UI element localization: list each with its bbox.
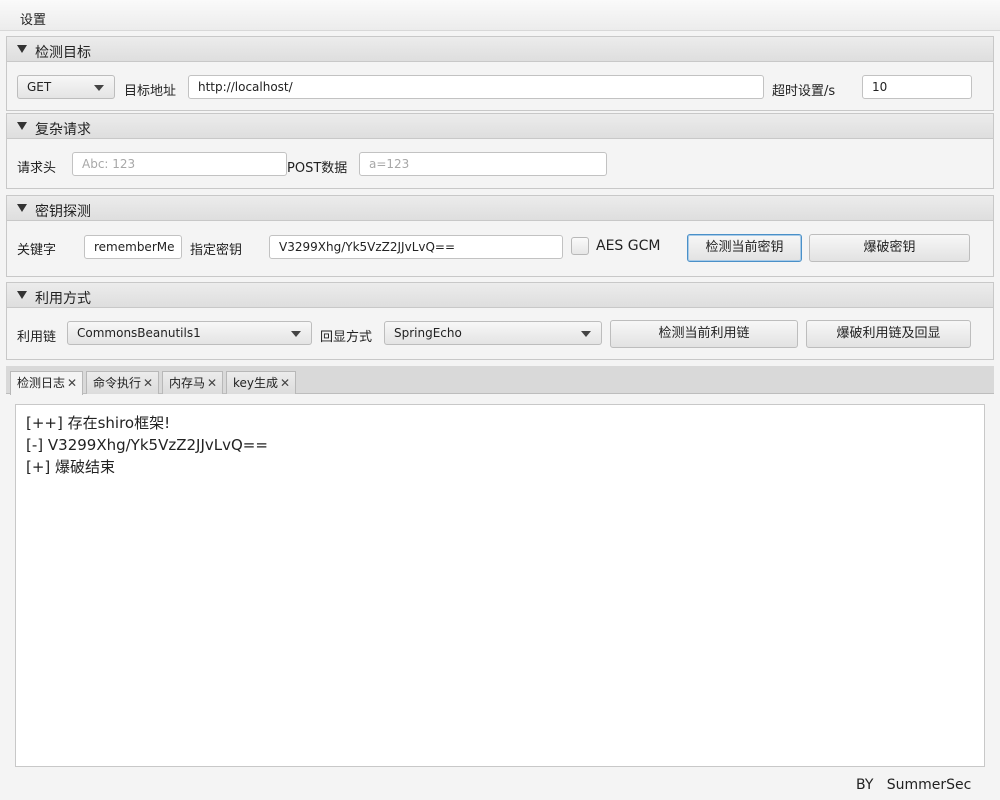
expand-arrow-icon bbox=[17, 291, 27, 299]
tab-command-exec[interactable]: 命令执行 ✕ bbox=[86, 371, 159, 394]
key-panel-header[interactable]: 密钥探测 bbox=[6, 195, 994, 221]
url-label: 目标地址 bbox=[124, 84, 177, 99]
post-label: POST数据 bbox=[287, 161, 348, 176]
echo-label: 回显方式 bbox=[320, 330, 373, 345]
chevron-down-icon bbox=[291, 331, 301, 337]
chain-label: 利用链 bbox=[17, 330, 57, 345]
target-panel-title: 检测目标 bbox=[35, 45, 91, 61]
tab-label: key生成 bbox=[233, 376, 279, 390]
expand-arrow-icon bbox=[17, 45, 27, 53]
method-select[interactable]: GET bbox=[17, 75, 115, 99]
tab-memshell[interactable]: 内存马 ✕ bbox=[162, 371, 223, 394]
close-icon[interactable]: ✕ bbox=[207, 372, 217, 394]
echo-select[interactable]: SpringEcho bbox=[384, 321, 602, 345]
key-label: 指定密钥 bbox=[190, 243, 243, 258]
echo-select-value: SpringEcho bbox=[394, 326, 462, 340]
timeout-input[interactable]: 10 bbox=[862, 75, 972, 99]
close-icon[interactable]: ✕ bbox=[280, 372, 290, 394]
close-icon[interactable]: ✕ bbox=[143, 372, 153, 394]
author-footer: BY SummerSec bbox=[856, 777, 972, 793]
check-key-button[interactable]: 检测当前密钥 bbox=[687, 234, 802, 262]
tab-label: 命令执行 bbox=[93, 376, 142, 390]
menu-bar: 设置 bbox=[0, 0, 1000, 31]
check-chain-button[interactable]: 检测当前利用链 bbox=[610, 320, 798, 348]
tab-label: 检测日志 bbox=[17, 376, 66, 390]
header-input[interactable]: Abc: 123 bbox=[72, 152, 287, 176]
method-select-value: GET bbox=[27, 80, 52, 94]
url-input[interactable]: http://localhost/ bbox=[188, 75, 764, 99]
chain-select-value: CommonsBeanutils1 bbox=[77, 326, 201, 340]
keyword-input[interactable]: rememberMe bbox=[84, 235, 182, 259]
key-panel-title: 密钥探测 bbox=[35, 204, 91, 220]
keyword-label: 关键字 bbox=[17, 243, 57, 258]
chain-select[interactable]: CommonsBeanutils1 bbox=[67, 321, 312, 345]
brute-chain-button[interactable]: 爆破利用链及回显 bbox=[806, 320, 971, 348]
tab-label: 内存马 bbox=[169, 376, 206, 390]
key-input[interactable]: V3299Xhg/Yk5VzZ2JJvLvQ== bbox=[269, 235, 563, 259]
chevron-down-icon bbox=[581, 331, 591, 337]
complex-panel-title: 复杂请求 bbox=[35, 122, 91, 138]
exploit-panel-title: 利用方式 bbox=[35, 291, 91, 307]
log-line: [++] 存在shiro框架! bbox=[26, 414, 171, 432]
menu-settings[interactable]: 设置 bbox=[20, 9, 46, 28]
aes-gcm-label: AES GCM bbox=[596, 238, 661, 254]
exploit-panel-header[interactable]: 利用方式 bbox=[6, 282, 994, 308]
complex-panel-header[interactable]: 复杂请求 bbox=[6, 113, 994, 139]
log-textarea[interactable]: [++] 存在shiro框架! [-] V3299Xhg/Yk5VzZ2JJvL… bbox=[15, 404, 985, 767]
tab-key-gen[interactable]: key生成 ✕ bbox=[226, 371, 296, 394]
expand-arrow-icon bbox=[17, 204, 27, 212]
close-icon[interactable]: ✕ bbox=[67, 372, 77, 394]
header-label: 请求头 bbox=[17, 161, 57, 176]
log-line: [+] 爆破结束 bbox=[26, 458, 116, 476]
target-panel-header[interactable]: 检测目标 bbox=[6, 36, 994, 62]
chevron-down-icon bbox=[94, 85, 104, 91]
brute-key-button[interactable]: 爆破密钥 bbox=[809, 234, 970, 262]
expand-arrow-icon bbox=[17, 122, 27, 130]
aes-gcm-checkbox[interactable] bbox=[571, 237, 589, 255]
post-data-input[interactable]: a=123 bbox=[359, 152, 607, 176]
log-line: [-] V3299Xhg/Yk5VzZ2JJvLvQ== bbox=[26, 436, 268, 454]
timeout-label: 超时设置/s bbox=[772, 84, 836, 99]
tab-detect-log[interactable]: 检测日志 ✕ bbox=[10, 371, 83, 395]
